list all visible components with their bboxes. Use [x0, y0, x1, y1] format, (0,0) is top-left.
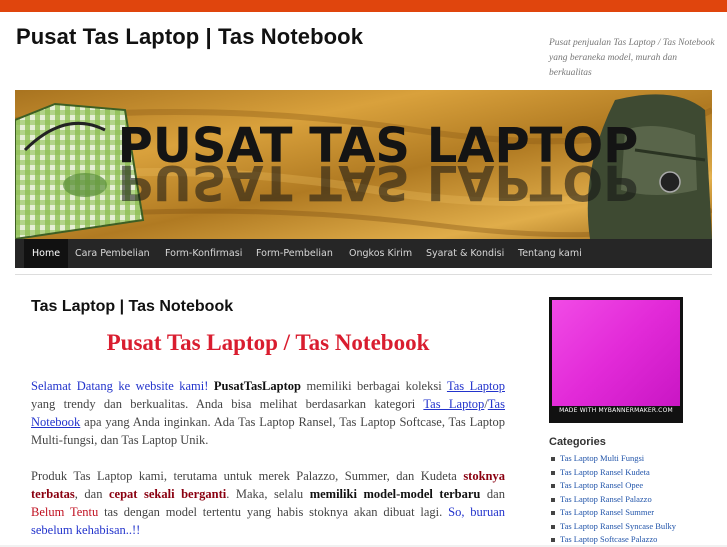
- ad-image: [552, 300, 680, 406]
- bullet-icon: [551, 470, 555, 475]
- category-item[interactable]: Tas Laptop Ransel Summer: [549, 506, 676, 520]
- nav-cara-pembelian[interactable]: Cara Pembelian: [75, 239, 150, 268]
- welcome-text: Selamat Datang ke website kami!: [31, 379, 209, 393]
- top-accent-bar: [0, 0, 727, 12]
- site-description: Pusat penjualan Tas Laptop / Tas Noteboo…: [549, 38, 715, 78]
- main-navigation: Home Cara Pembelian Form-Konfirmasi Form…: [15, 239, 712, 268]
- category-item[interactable]: Tas Laptop Ransel Palazzo: [549, 493, 676, 507]
- categories-list: Tas Laptop Multi Fungsi Tas Laptop Ranse…: [549, 452, 676, 547]
- nav-form-konfirmasi[interactable]: Form-Konfirmasi: [165, 239, 242, 268]
- category-item[interactable]: Tas Laptop Ransel Syncase Bulky: [549, 520, 676, 534]
- categories-title: Categories: [549, 436, 606, 448]
- newest-models-text: memiliki model-model terbaru: [309, 487, 481, 501]
- so-text: So,: [448, 505, 465, 519]
- product-paragraph: Produk Tas Laptop kami, terutama untuk m…: [31, 467, 505, 539]
- post-title[interactable]: Tas Laptop | Tas Notebook: [31, 298, 233, 316]
- text-fragment: dan: [480, 487, 505, 501]
- category-label: Tas Laptop Ransel Kudeta: [560, 466, 650, 477]
- text-fragment: apa yang Anda inginkan. Ada Tas Laptop R…: [31, 415, 505, 447]
- banner-image: PUSAT TAS LAPTOP PUSAT TAS LAPTOP: [15, 90, 712, 239]
- bullet-icon: [551, 497, 555, 502]
- category-item[interactable]: Tas Laptop Ransel Opee: [549, 479, 676, 493]
- category-label: Tas Laptop Softcase Palazzo: [560, 534, 658, 544]
- category-item[interactable]: Tas Laptop Multi Fungsi: [549, 452, 676, 466]
- nav-form-pembelian[interactable]: Form-Pembelian: [256, 239, 333, 268]
- category-label: Tas Laptop Ransel Syncase Bulky: [560, 520, 677, 531]
- category-tas-laptop-link[interactable]: Tas Laptop: [423, 397, 484, 411]
- bullet-icon: [551, 484, 555, 488]
- bullet-icon: [551, 538, 555, 542]
- divider: [15, 274, 712, 275]
- category-item[interactable]: Tas Laptop Softcase Palazzo: [549, 533, 676, 547]
- site-title[interactable]: Pusat Tas Laptop | Tas Notebook: [16, 24, 363, 50]
- brand-name: PusatTasLaptop: [213, 379, 301, 393]
- nav-tentang-kami[interactable]: Tentang kami: [518, 239, 582, 268]
- banner-text-reflection: PUSAT TAS LAPTOP: [118, 154, 639, 210]
- nav-home[interactable]: Home: [24, 239, 69, 268]
- category-label: Tas Laptop Ransel Palazzo: [560, 493, 652, 504]
- text-fragment: Produk Tas Laptop kami, terutama untuk m…: [31, 469, 464, 483]
- bullet-icon: [551, 524, 555, 529]
- fast-change-text: cepat sekali berganti: [109, 487, 227, 501]
- category-label: Tas Laptop Ransel Opee: [560, 480, 644, 490]
- nav-ongkos-kirim[interactable]: Ongkos Kirim: [349, 239, 412, 268]
- category-label: Tas Laptop Ransel Summer: [560, 507, 655, 517]
- text-fragment: , dan: [74, 487, 109, 501]
- bullet-icon: [551, 511, 555, 515]
- text-fragment: tas dengan model tertentu yang habis sto…: [98, 505, 449, 519]
- sidebar-ad-banner[interactable]: MADE WITH MYBANNERMAKER.COM: [549, 297, 683, 423]
- not-certain-text: Belum Tentu: [31, 505, 99, 519]
- header-banner[interactable]: PUSAT TAS LAPTOP PUSAT TAS LAPTOP: [15, 90, 712, 239]
- category-label: Tas Laptop Multi Fungsi: [560, 453, 645, 463]
- text-fragment: memiliki berbagai koleksi: [300, 379, 447, 393]
- text-fragment: yang trendy dan berkualitas. Anda bisa m…: [31, 397, 424, 411]
- ad-caption: MADE WITH MYBANNERMAKER.COM: [559, 407, 673, 414]
- text-fragment: . Maka, selalu: [226, 487, 310, 501]
- bullet-icon: [551, 457, 555, 461]
- post-headline: Pusat Tas Laptop / Tas Notebook: [106, 330, 430, 355]
- intro-paragraph: Selamat Datang ke website kami! PusatTas…: [31, 377, 505, 449]
- nav-syarat-kondisi[interactable]: Syarat & Kondisi: [426, 239, 504, 268]
- category-item[interactable]: Tas Laptop Ransel Kudeta: [549, 466, 676, 480]
- tas-laptop-link[interactable]: Tas Laptop: [447, 379, 505, 393]
